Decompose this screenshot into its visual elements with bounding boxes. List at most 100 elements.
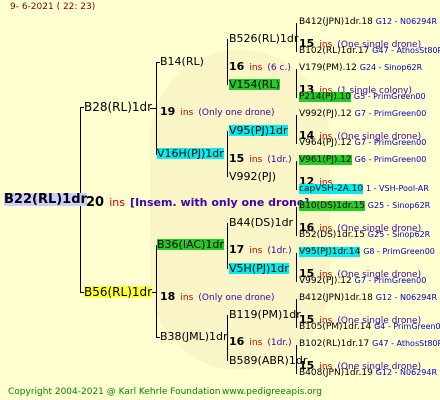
- b38-name[interactable]: B38(JML)1dr: [160, 331, 228, 342]
- date-header: 9- 6-2021 ( 22: 23): [10, 2, 96, 12]
- leaf-row[interactable]: V961(PJ).12 G6 - PrimGreen00: [299, 155, 427, 165]
- v16h-note: (1dr.): [267, 155, 292, 165]
- b36-bracket: [227, 223, 228, 269]
- leaf-info: G8 - PrimGreen00: [363, 247, 435, 256]
- leaf-name[interactable]: V964(PJ).12: [299, 138, 352, 148]
- dam-bracket: [156, 245, 157, 337]
- leaf-row[interactable]: B408(JPN)1dr.19 G12 - N06294R: [299, 369, 437, 378]
- v992a-name[interactable]: V992(PJ): [229, 171, 276, 182]
- v154-bracket: [296, 69, 297, 98]
- leaf-row[interactable]: B412(JPN)1dr.18 G12 - N06294R: [299, 18, 437, 27]
- root-queen-info: 20 ins [Insem. with only one drone]: [86, 193, 309, 209]
- leaf-row[interactable]: P214(PJ).10 G5 - PrimGreen00: [299, 92, 426, 102]
- leaf-info: 1 - VSH-Pool-AR: [365, 184, 429, 193]
- leaf-row[interactable]: B105(PM)1dr.14 G4 - PrimGreen00: [299, 323, 440, 332]
- leaf-row[interactable]: V964(PJ).12 G7 - PrimGreen00: [299, 139, 426, 148]
- leaf-row[interactable]: B102(RL)1dr.17 G47 - AthosSt80R: [299, 47, 440, 56]
- leaf-info: G6 - PrimGreen00: [354, 155, 427, 164]
- leaf-name[interactable]: V179(PM).12: [299, 63, 357, 73]
- dam-queen-info: 18 ins (Only one drone): [160, 287, 274, 303]
- sire-queen-info: 19 ins (Only one drone): [160, 102, 274, 118]
- leaf-name[interactable]: V95(PJ)1dr.14: [299, 247, 361, 257]
- leaf-name[interactable]: V992(PJ).12: [299, 276, 352, 286]
- leaf-row[interactable]: B102(RL)1dr.17 G47 - AthosSt80R: [299, 340, 440, 349]
- b36-ins: ins: [249, 246, 263, 256]
- copyright-footer: Copyright 2004-2021 @ Karl Kehrle Founda…: [8, 388, 220, 397]
- v5h-name[interactable]: V5H(PJ)1dr: [229, 263, 289, 274]
- pedigree-tree: 9- 6-2021 ( 22: 23) Copyright 2004-2021 …: [0, 0, 440, 400]
- site-url-link[interactable]: www.pedigreeapis.org: [222, 388, 322, 397]
- leaf-row[interactable]: V179(PM).12 G24 - Sinop62R: [299, 64, 422, 73]
- v95a-name[interactable]: V95(PJ)1dr: [229, 125, 288, 136]
- b119-name[interactable]: B119(PM)1dr: [229, 309, 301, 320]
- root-queen-name[interactable]: B22(RL)1dr: [4, 193, 87, 206]
- b38-ins: ins: [249, 338, 263, 348]
- v5h-bracket: [296, 253, 297, 282]
- v992a-bracket: [296, 161, 297, 190]
- leaf-row[interactable]: B412(JPN)1dr.18 G12 - N06294R: [299, 294, 437, 303]
- v16h-ins: ins: [249, 155, 263, 165]
- dam-age: 18: [160, 290, 176, 303]
- b14-name[interactable]: B14(RL): [160, 56, 204, 67]
- v16h-bracket: [227, 131, 228, 177]
- b526-name[interactable]: B526(RL)1dr: [229, 33, 298, 44]
- leaf-row[interactable]: capVSH-2A.10 1 - VSH-Pool-AR: [299, 184, 429, 194]
- b14-info: 16 ins (6 c.): [229, 57, 291, 73]
- b44-bracket: [296, 207, 297, 236]
- leaf-info: G12 - N06294R: [375, 368, 438, 377]
- dam-note: (Only one drone): [198, 293, 275, 303]
- leaf-row[interactable]: B10(DS)1dr.15 G25 - Sinop62R: [299, 201, 431, 211]
- leaf-info: G5 - PrimGreen00: [353, 92, 426, 101]
- leaf-name[interactable]: B412(JPN)1dr.18: [299, 17, 373, 27]
- b36-note: (1dr.): [267, 246, 292, 256]
- dam-queen-name[interactable]: B56(RL)1dr: [84, 286, 153, 298]
- leaf-name[interactable]: B105(PM)1dr.14: [299, 322, 371, 332]
- b14-ins: ins: [249, 63, 263, 73]
- sire-ins: ins: [180, 108, 194, 118]
- leaf-name[interactable]: B102(RL)1dr.17: [299, 339, 369, 349]
- b36-name[interactable]: B36(IAC)1dr: [157, 239, 224, 250]
- leaf-name[interactable]: B408(JPN)1dr.19: [299, 368, 373, 378]
- leaf-name[interactable]: B102(RL)1dr.17: [299, 46, 369, 56]
- v16h-age: 15: [229, 152, 245, 165]
- b44-name[interactable]: B44(DS)1dr: [229, 217, 293, 228]
- b38-age: 16: [229, 335, 245, 348]
- leaf-name[interactable]: capVSH-2A.10: [299, 184, 364, 194]
- root-age: 20: [86, 195, 105, 210]
- root-note: [Insem. with only one drone]: [130, 196, 310, 209]
- leaf-info: G25 - Sinop62R: [367, 230, 431, 239]
- v154-name[interactable]: V154(RL): [229, 79, 280, 90]
- leaf-row[interactable]: V95(PJ)1dr.14 G8 - PrimGreen00: [299, 247, 435, 257]
- leaf-name[interactable]: B412(JPN)1dr.18: [299, 293, 373, 303]
- leaf-name[interactable]: B10(DS)1dr.15: [299, 201, 365, 211]
- leaf-name[interactable]: P214(PJ).10: [299, 92, 352, 102]
- b38-info: 16 ins (1dr.): [229, 332, 292, 348]
- sire-note: (Only one drone): [198, 108, 275, 118]
- sire-queen-name[interactable]: B28(RL)1dr: [84, 101, 152, 113]
- b14-note: (6 c.): [267, 63, 291, 73]
- leaf-info: G7 - PrimGreen00: [354, 109, 427, 118]
- leaf-name[interactable]: V992(PJ).12: [299, 109, 352, 119]
- b14-age: 16: [229, 60, 245, 73]
- leaf-row[interactable]: V992(PJ).12 G7 - PrimGreen00: [299, 277, 426, 286]
- v16h-info: 15 ins (1dr.): [229, 149, 292, 165]
- leaf-info: G7 - PrimGreen00: [354, 138, 427, 147]
- leaf-info: G7 - PrimGreen00: [354, 276, 427, 285]
- leaf-info: G47 - AthosSt80R: [372, 46, 440, 55]
- leaf-info: G4 - PrimGreen00: [374, 322, 440, 331]
- leaf-row[interactable]: V992(PJ).12 G7 - PrimGreen00: [299, 110, 426, 119]
- root-ins: ins: [109, 196, 125, 209]
- v95a-bracket: [296, 115, 297, 144]
- sire-age: 19: [160, 105, 176, 118]
- leaf-name[interactable]: B52(DS)1dr.15: [299, 230, 365, 240]
- leaf-info: G25 - Sinop62R: [367, 201, 431, 210]
- leaf-info: G12 - N06294R: [375, 17, 438, 26]
- b589-name[interactable]: B589(ABR)1dr: [229, 355, 307, 366]
- leaf-row[interactable]: B52(DS)1dr.15 G25 - Sinop62R: [299, 231, 430, 240]
- leaf-info: G47 - AthosSt80R: [372, 339, 440, 348]
- b36-info: 17 ins (1dr.): [229, 240, 292, 256]
- b38-note: (1dr.): [267, 338, 292, 348]
- v16h-name[interactable]: V16H(PJ)1dr: [157, 148, 224, 159]
- copyright-text: Copyright 2004-2021 @ Karl Kehrle Founda…: [8, 387, 221, 397]
- leaf-name[interactable]: V961(PJ).12: [299, 155, 352, 165]
